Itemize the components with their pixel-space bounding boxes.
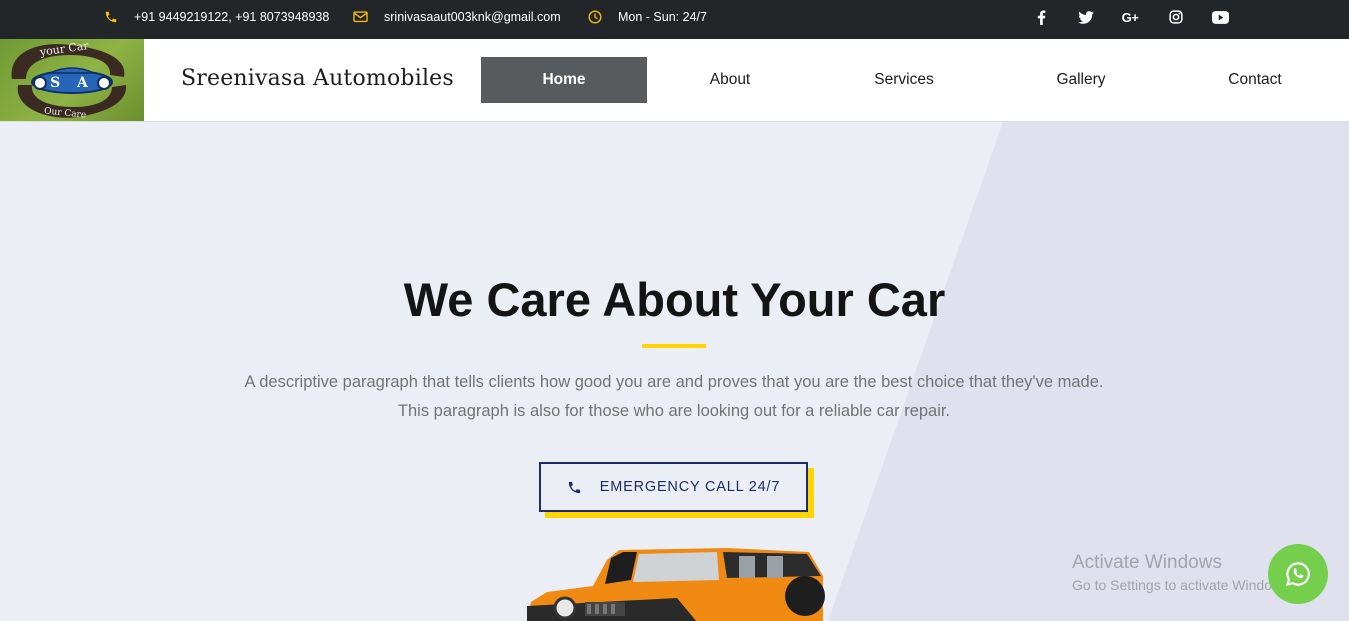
site-logo[interactable]: your Car Our Care S A [0,39,144,121]
hours-text: Mon - Sun: 24/7 [618,9,707,24]
site-header: your Car Our Care S A Sreenivasa Automob… [0,39,1349,122]
youtube-icon[interactable] [1211,8,1229,26]
hero-description: A descriptive paragraph that tells clien… [244,373,1104,420]
email-info: srinivasaaut003knk@gmail.com [353,0,561,33]
whatsapp-icon [1285,562,1310,587]
svg-text:your Car: your Car [38,39,90,59]
windows-activation-watermark: Activate Windows Go to Settings to activ… [1072,552,1293,593]
phone-icon [568,481,580,493]
emergency-call-button[interactable]: EMERGENCY CALL 24/7 [539,462,808,512]
emergency-call-label: EMERGENCY CALL 24/7 [599,479,781,495]
google-plus-icon[interactable]: G+ [1121,8,1139,26]
phone-info: +91 9449219122, +91 8073948938 [104,0,329,33]
whatsapp-button[interactable] [1268,544,1328,604]
nav-gallery[interactable]: Gallery [1050,57,1112,103]
title-underline [642,344,706,348]
jeep-image [527,548,825,621]
svg-text:S A: S A [50,75,94,91]
hero-title: We Care About Your Car [403,273,946,326]
envelope-icon [353,10,368,24]
top-bar: +91 9449219122, +91 8073948938 srinivasa… [0,0,1349,39]
brand-name: Sreenivasa Automobiles [181,66,454,91]
twitter-icon[interactable] [1077,8,1095,26]
clock-icon [588,9,602,24]
nav-about[interactable]: About [700,57,760,103]
watermark-subtitle: Go to Settings to activate Windows. [1072,577,1293,593]
instagram-icon[interactable] [1167,8,1185,26]
facebook-icon[interactable] [1032,8,1050,26]
watermark-title: Activate Windows [1072,552,1222,573]
hours-info: Mon - Sun: 24/7 [588,0,707,33]
nav-contact[interactable]: Contact [1222,57,1288,103]
phone-text[interactable]: +91 9449219122, +91 8073948938 [134,10,329,24]
hero-section: We Care About Your Car A descriptive par… [0,122,1349,621]
phone-icon [104,10,118,24]
email-text[interactable]: srinivasaaut003knk@gmail.com [384,10,561,24]
nav-home[interactable]: Home [481,57,647,103]
nav-services[interactable]: Services [868,57,940,103]
